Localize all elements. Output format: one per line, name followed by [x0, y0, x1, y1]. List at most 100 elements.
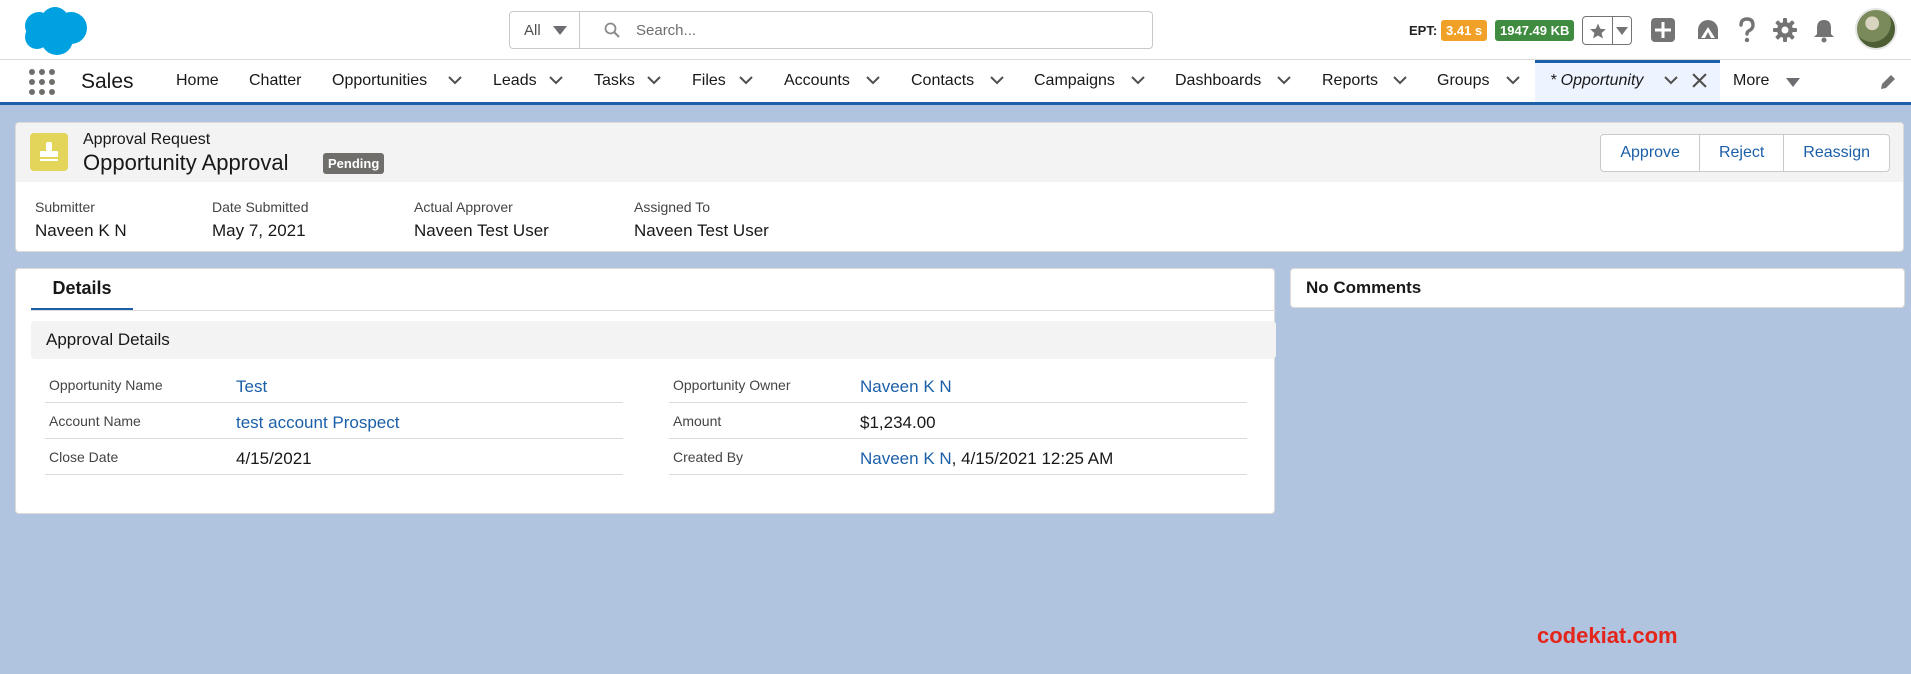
field-close-date: Close Date 4/15/2021: [45, 439, 623, 475]
edit-nav-pencil-icon[interactable]: [1878, 72, 1898, 92]
chevron-down-icon[interactable]: [448, 75, 462, 85]
field-label: Opportunity Name: [49, 377, 163, 393]
field-account-name: Account Name test account Prospect: [45, 403, 623, 439]
approval-stamp-icon: [30, 133, 68, 171]
highlight-actual-approver: Actual Approver Naveen Test User: [414, 199, 549, 241]
nav-item-tasks[interactable]: Tasks: [594, 60, 635, 102]
approve-button[interactable]: Approve: [1601, 135, 1700, 171]
field-opportunity-owner: Opportunity Owner Naveen K N: [669, 367, 1247, 403]
global-actions-button[interactable]: [1648, 15, 1678, 45]
tab-details[interactable]: Details: [31, 269, 133, 311]
record-header-top: Approval Request Opportunity Approval Pe…: [16, 123, 1903, 182]
caret-down-icon[interactable]: [1786, 78, 1800, 87]
help-icon: [1739, 17, 1755, 43]
field-created-by: Created By Naveen K N, 4/15/2021 12:25 A…: [669, 439, 1247, 475]
status-badge: Pending: [323, 153, 385, 174]
app-nav-bar: Sales Home Chatter Opportunities Leads T…: [0, 60, 1911, 105]
nav-item-leads[interactable]: Leads: [493, 60, 537, 102]
global-header: All EPT: 3.41 s 1947.49 KB: [0, 0, 1911, 60]
search-scope-select[interactable]: All: [510, 12, 580, 48]
salesforce-logo[interactable]: [19, 6, 91, 56]
action-button-group: Approve Reject Reassign: [1600, 134, 1890, 172]
close-tab-icon[interactable]: [1692, 73, 1707, 88]
field-label: Account Name: [49, 413, 141, 429]
highlight-label: Actual Approver: [414, 199, 513, 215]
chevron-down-icon[interactable]: [1664, 75, 1678, 85]
watermark: codekiat.com: [1537, 623, 1678, 648]
highlight-label: Date Submitted: [212, 199, 309, 215]
reject-button[interactable]: Reject: [1700, 135, 1785, 171]
search-icon: [604, 22, 620, 38]
highlight-label: Assigned To: [634, 199, 711, 215]
field-opportunity-name: Opportunity Name Test: [45, 367, 623, 403]
chevron-down-icon[interactable]: [549, 75, 563, 85]
setup-button[interactable]: [1770, 15, 1800, 45]
nav-item-opportunities[interactable]: Opportunities: [332, 60, 427, 102]
search-input[interactable]: [636, 21, 1136, 39]
opportunity-owner-link[interactable]: Naveen K N: [860, 377, 952, 397]
help-button[interactable]: [1732, 15, 1762, 45]
field-amount: Amount $1,234.00: [669, 403, 1247, 439]
highlight-value: Naveen Test User: [634, 221, 769, 240]
setup-gear-icon: [1773, 18, 1797, 42]
created-by-link[interactable]: Naveen K N: [860, 449, 952, 468]
section-approval-details[interactable]: Approval Details: [31, 321, 1276, 359]
field-label: Opportunity Owner: [673, 377, 791, 393]
page-size-badge: 1947.49 KB: [1495, 20, 1575, 41]
account-name-link[interactable]: test account Prospect: [236, 413, 399, 433]
nav-item-campaigns[interactable]: Campaigns: [1034, 60, 1115, 102]
nav-item-groups[interactable]: Groups: [1437, 60, 1489, 102]
opportunity-name-link[interactable]: Test: [236, 377, 267, 397]
nav-item-files[interactable]: Files: [692, 60, 726, 102]
nav-item-chatter[interactable]: Chatter: [249, 60, 301, 102]
field-label: Created By: [673, 449, 744, 465]
chevron-down-icon[interactable]: [647, 75, 661, 85]
favorite-star-button[interactable]: [1583, 17, 1613, 44]
reassign-button[interactable]: Reassign: [1784, 135, 1889, 171]
nav-item-reports[interactable]: Reports: [1322, 60, 1378, 102]
ept-time-badge: 3.41 s: [1441, 20, 1488, 41]
chevron-down-icon[interactable]: [739, 75, 753, 85]
chevron-down-icon[interactable]: [866, 75, 880, 85]
search-field: [580, 12, 1152, 48]
nav-item-dashboards[interactable]: Dashboards: [1175, 60, 1261, 102]
highlight-value: Naveen Test User: [414, 221, 549, 240]
highlight-date-submitted: Date Submitted May 7, 2021: [212, 199, 309, 241]
notifications-button[interactable]: [1809, 15, 1839, 45]
highlight-label: Submitter: [35, 199, 95, 215]
nav-item-accounts[interactable]: Accounts: [784, 60, 850, 102]
caret-down-icon: [1616, 26, 1628, 35]
chevron-down-icon[interactable]: [1277, 75, 1291, 85]
global-search: All: [509, 11, 1153, 49]
trailhead-button[interactable]: [1693, 15, 1723, 45]
user-avatar[interactable]: [1855, 8, 1897, 50]
chevron-down-icon[interactable]: [1131, 75, 1145, 85]
highlight-value: Naveen K N: [35, 221, 127, 240]
record-page-header: Approval Request Opportunity Approval Pe…: [15, 122, 1904, 252]
amount-value: $1,234.00: [860, 413, 936, 432]
record-type-label: Approval Request: [83, 131, 211, 148]
nav-more[interactable]: More: [1733, 60, 1769, 102]
nav-tab-active-label[interactable]: * Opportunity: [1550, 60, 1643, 102]
highlight-assigned-to: Assigned To Naveen Test User: [634, 199, 769, 241]
app-name: Sales: [81, 70, 134, 93]
highlight-value: May 7, 2021: [212, 221, 306, 240]
field-label: Amount: [673, 413, 722, 429]
chevron-down-icon[interactable]: [1506, 75, 1520, 85]
caret-down-icon: [552, 25, 567, 35]
chevron-down-icon[interactable]: [1393, 75, 1407, 85]
created-by-value: Naveen K N, 4/15/2021 12:25 AM: [860, 449, 1113, 469]
nav-item-home[interactable]: Home: [176, 60, 219, 102]
comments-card: No Comments: [1290, 268, 1905, 308]
nav-item-contacts[interactable]: Contacts: [911, 60, 974, 102]
field-label: Close Date: [49, 449, 119, 465]
app-launcher-icon[interactable]: [29, 69, 55, 95]
chevron-down-icon[interactable]: [990, 75, 1004, 85]
trailhead-icon: [1698, 20, 1718, 39]
favorites-list-button[interactable]: [1613, 17, 1631, 44]
star-icon: [1589, 23, 1606, 38]
highlight-submitter: Submitter Naveen K N: [35, 199, 127, 241]
stamp-icon: [40, 142, 58, 161]
add-icon: [1651, 18, 1675, 42]
notifications-bell-icon: [1814, 20, 1834, 43]
